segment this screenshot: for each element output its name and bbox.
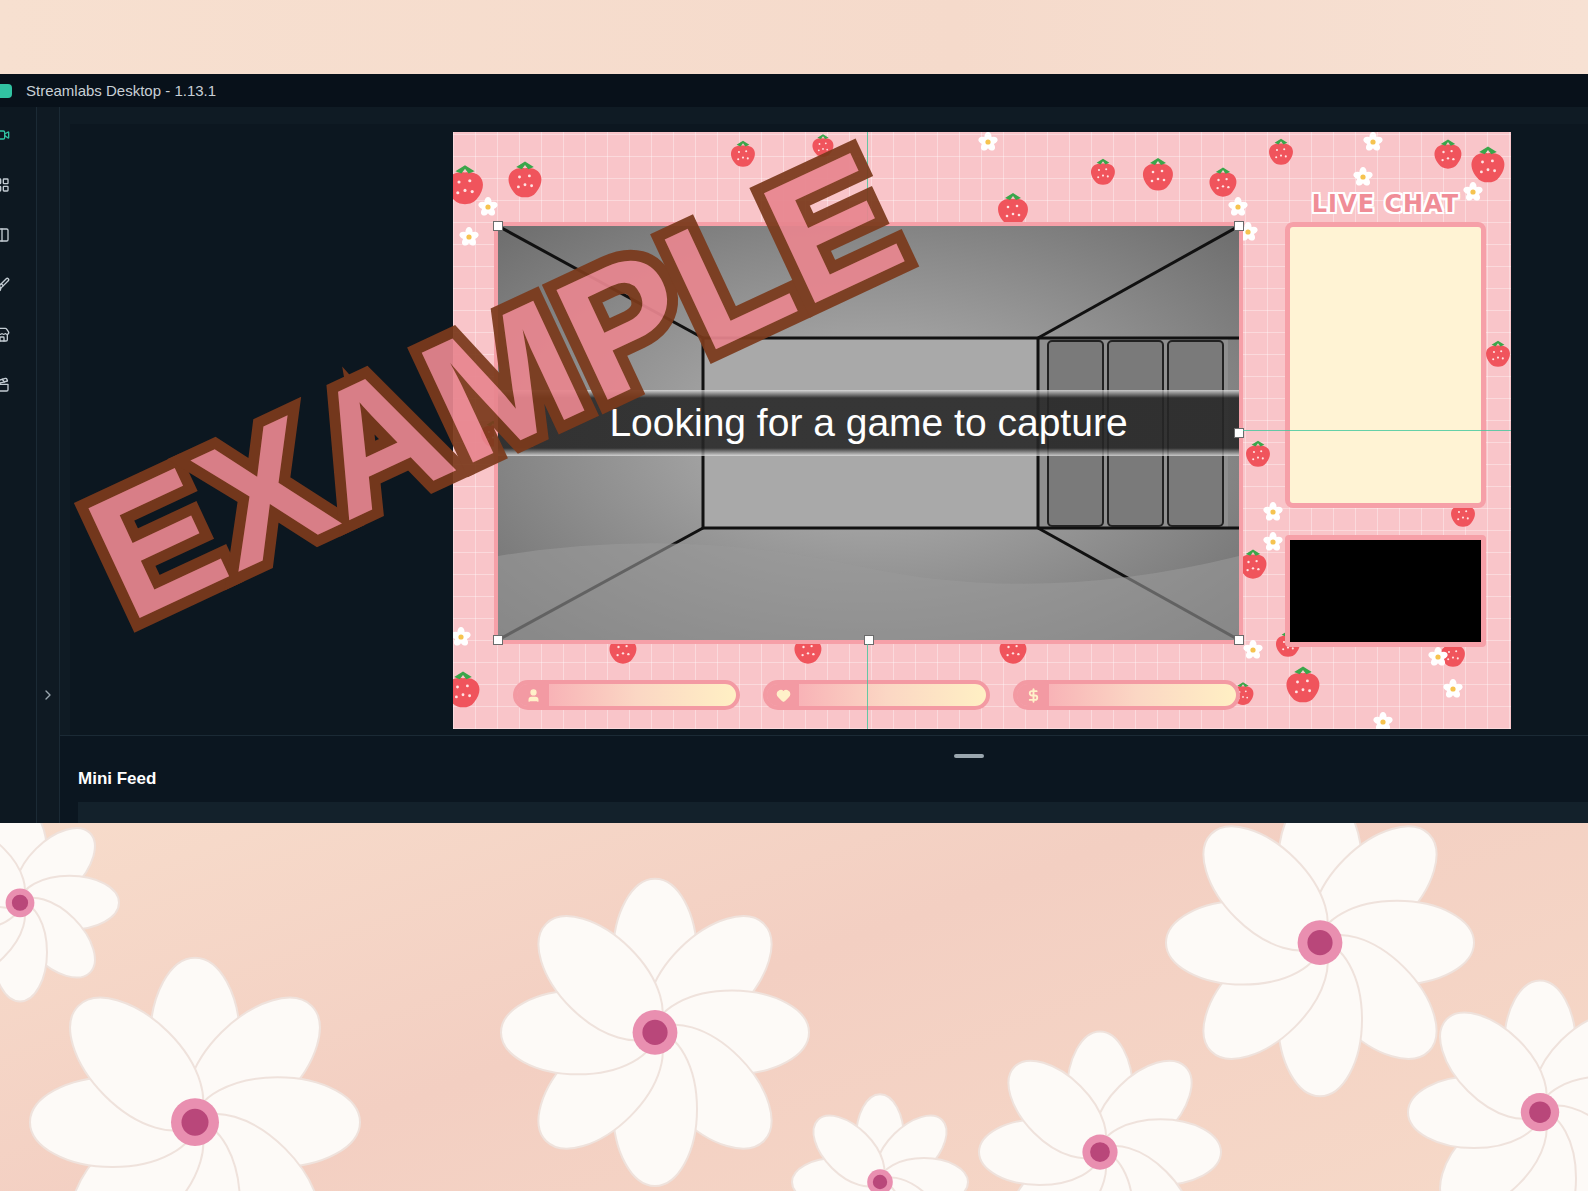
- app-body: Looking for a game to capture LIVE CHAT Mi…: [0, 107, 1588, 823]
- chat-title: LIVE CHAT: [1285, 190, 1486, 222]
- window-title: Streamlabs Desktop - 1.13.1: [26, 82, 216, 99]
- goal-bar: [763, 680, 990, 710]
- resize-grip[interactable]: [954, 754, 984, 758]
- capture-message: Looking for a game to capture: [498, 390, 1239, 457]
- mini-feed-title: Mini Feed: [78, 768, 1588, 790]
- nav-icon: [0, 377, 10, 393]
- flower-photo: [0, 823, 1588, 1191]
- title-bar: Streamlabs Desktop - 1.13.1: [0, 74, 1588, 107]
- resize-handle[interactable]: [493, 221, 503, 231]
- editor-wrap: Looking for a game to capture LIVE CHAT: [60, 107, 1588, 735]
- goal-icon-badge: [1017, 684, 1049, 706]
- goal-bar: [1013, 680, 1240, 710]
- nav-rail: [0, 107, 37, 823]
- nav-item[interactable]: [0, 227, 10, 243]
- editor: Looking for a game to capture LIVE CHAT: [70, 124, 1588, 735]
- nav-icon: [0, 227, 10, 243]
- nav-icon: [0, 127, 10, 143]
- nav-icon: [0, 327, 10, 343]
- dollar-icon: [1026, 688, 1041, 703]
- guide-line: [867, 132, 868, 222]
- top-band: [0, 0, 1588, 74]
- main-area: Looking for a game to capture LIVE CHAT Mi…: [60, 107, 1588, 823]
- game-capture[interactable]: Looking for a game to capture: [494, 222, 1243, 644]
- app-window: Streamlabs Desktop - 1.13.1 Looking for a…: [0, 74, 1588, 823]
- nav-item[interactable]: [0, 277, 10, 293]
- goal-bars: [453, 680, 1511, 710]
- overlay-preview[interactable]: Looking for a game to capture LIVE CHAT: [453, 132, 1511, 729]
- chat-box: [1285, 222, 1486, 508]
- resize-handle[interactable]: [1234, 635, 1244, 645]
- nav-item[interactable]: [0, 127, 10, 143]
- heart-icon: [776, 688, 791, 703]
- product-mockup: Streamlabs Desktop - 1.13.1 Looking for a…: [0, 0, 1588, 1191]
- nav-item[interactable]: [0, 327, 10, 343]
- goal-icon-badge: [517, 684, 549, 706]
- sub-rail: [37, 107, 60, 823]
- nav-item[interactable]: [0, 377, 10, 393]
- resize-handle[interactable]: [493, 635, 503, 645]
- resize-handle[interactable]: [864, 635, 874, 645]
- chevron-right-icon[interactable]: [40, 687, 56, 703]
- overlay-top-row: Looking for a game to capture LIVE CHAT: [453, 132, 1511, 652]
- user-icon: [526, 688, 541, 703]
- goal-bar: [513, 680, 740, 710]
- app-logo-icon: [0, 84, 12, 98]
- guide-line: [1243, 430, 1511, 431]
- nav-icon: [0, 177, 10, 193]
- nav-icon: [0, 277, 10, 293]
- resize-handle[interactable]: [1234, 221, 1244, 231]
- chat-column: LIVE CHAT: [1285, 190, 1486, 647]
- mini-feed-list: [78, 802, 1588, 823]
- flowers-icon: [0, 823, 1588, 1191]
- webcam-box: [1285, 535, 1486, 647]
- guide-line: [867, 644, 868, 729]
- nav-item[interactable]: [0, 177, 10, 193]
- goal-icon-badge: [767, 684, 799, 706]
- mini-feed: Mini Feed: [60, 735, 1588, 823]
